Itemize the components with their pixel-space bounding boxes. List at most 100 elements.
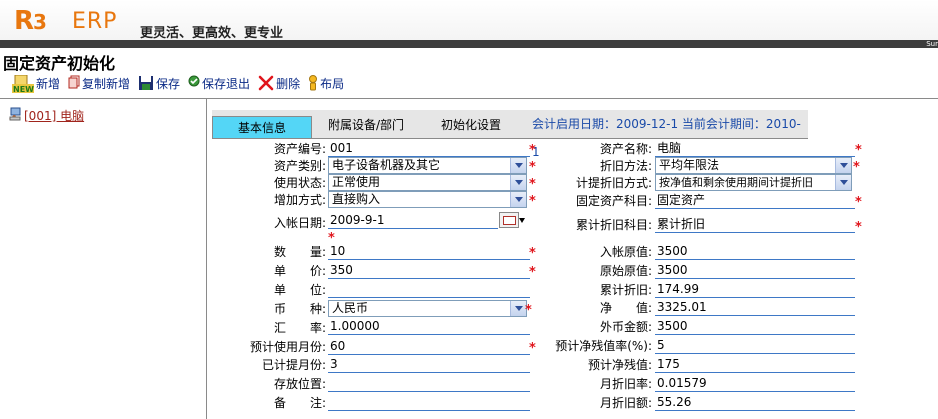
tab-init-settings[interactable]: 初始化设置 (430, 110, 512, 138)
header-bar-tag: Sur (926, 40, 938, 48)
salvage-value-field[interactable]: 175 (655, 356, 855, 373)
add-method-value: 直接购入 (332, 192, 381, 206)
location-label: 存放位置: (273, 377, 326, 391)
chevron-down-icon[interactable] (510, 301, 526, 316)
calendar-dropdown-icon[interactable] (519, 218, 525, 223)
required-mark: * (529, 160, 536, 175)
asset-category-select[interactable]: 电子设备机器及其它 (328, 157, 527, 174)
save-label: 保存 (156, 76, 181, 91)
exchange-rate-field[interactable]: 1.00000 (328, 318, 530, 335)
required-mark: * (529, 177, 536, 192)
used-months-field[interactable]: 3 (328, 356, 530, 373)
dep-calc-method-select[interactable]: 按净值和剩余使用期间计提折旧 (655, 174, 852, 191)
required-mark: * (853, 160, 860, 175)
copy-new-label: 复制新增 (82, 76, 131, 91)
quantity-field[interactable]: 10 (328, 243, 530, 260)
salvage-rate-field[interactable]: 5 (655, 337, 855, 354)
entry-date-label: 入帐日期: (273, 216, 326, 230)
chevron-down-icon[interactable] (835, 158, 851, 173)
remark-label: 备 注: (273, 396, 326, 410)
calendar-icon[interactable] (499, 212, 519, 228)
svg-text:NEW: NEW (13, 85, 34, 93)
acc-depreciation-label: 累计折旧: (599, 283, 652, 297)
unit-label: 单 位: (273, 283, 326, 297)
asset-name-field[interactable]: 电脑 (655, 140, 855, 157)
chevron-down-icon[interactable] (510, 192, 526, 207)
original-value-field[interactable]: 3500 (655, 243, 855, 260)
use-status-label: 使用状态: (273, 176, 326, 190)
page-title: 固定资产初始化 (3, 54, 116, 73)
asset-code-field[interactable]: 001 (328, 140, 530, 157)
net-value-label: 净 值: (599, 301, 652, 315)
asset-code-label: 资产编号: (273, 142, 326, 156)
net-value-field[interactable]: 3325.01 (655, 299, 855, 316)
salvage-value-label: 预计净残值: (587, 358, 652, 372)
fixed-asset-account-field[interactable]: 固定资产 (655, 192, 855, 209)
required-mark: * (855, 195, 862, 210)
add-method-select[interactable]: 直接购入 (328, 191, 527, 208)
est-months-label: 预计使用月份: (249, 340, 326, 354)
use-status-select[interactable]: 正常使用 (328, 174, 527, 191)
header-dark-bar (0, 40, 938, 48)
save-exit-button[interactable]: 保存退出 (188, 75, 250, 92)
est-months-field[interactable]: 60 (328, 338, 530, 355)
monthly-rate-field[interactable]: 0.01579 (655, 375, 855, 392)
layout-label: 布局 (320, 76, 345, 91)
logo-r: R (14, 6, 34, 36)
dep-method-select[interactable]: 平均年限法 (655, 157, 852, 174)
required-mark: * (855, 143, 862, 158)
currency-select[interactable]: 人民币 (328, 300, 527, 317)
copy-new-button[interactable]: 复制新增 (68, 75, 130, 92)
copy-icon (68, 75, 80, 91)
currency-value: 人民币 (332, 301, 369, 315)
save-button[interactable]: 保存 (138, 75, 180, 92)
logo: R3 (14, 6, 47, 36)
asset-tree: [001] 电脑 (0, 99, 207, 419)
computer-icon (8, 107, 22, 124)
base-original-value-label: 原始原值: (599, 264, 652, 278)
chevron-down-icon[interactable] (835, 175, 851, 190)
base-original-value-field[interactable]: 3500 (655, 262, 855, 279)
required-mark: * (529, 246, 536, 261)
acc-dep-account-field[interactable]: 累计折旧 (655, 216, 855, 233)
acc-dep-account-label: 累计折旧科目: (575, 218, 652, 232)
tab-equipment-dept[interactable]: 附属设备/部门 (318, 110, 414, 138)
logo-three: 3 (33, 10, 47, 34)
delete-label: 删除 (276, 76, 301, 91)
save-exit-label: 保存退出 (202, 76, 251, 91)
chevron-down-icon[interactable] (510, 175, 526, 190)
new-button[interactable]: NEW 新增 (12, 74, 61, 94)
entry-date-field[interactable]: 2009-9-1 (328, 212, 498, 229)
asset-category-label: 资产类别: (273, 159, 326, 173)
fixed-asset-account-label: 固定资产科目: (575, 194, 652, 208)
delete-button[interactable]: 删除 (258, 75, 300, 92)
location-field[interactable] (328, 375, 530, 392)
remark-field[interactable] (328, 394, 530, 411)
layout-button[interactable]: 布局 (308, 75, 344, 92)
slogan: 更灵活、更高效、更专业 (140, 26, 284, 41)
logo-erp-text: ERP (72, 9, 118, 34)
original-value-label: 入帐原值: (599, 245, 652, 259)
tree-node-asset[interactable]: [001] 电脑 (8, 107, 84, 124)
unit-price-field[interactable]: 350 (328, 262, 530, 279)
asset-category-value: 电子设备机器及其它 (332, 158, 441, 172)
foreign-amount-field[interactable]: 3500 (655, 318, 855, 335)
delete-icon (258, 75, 274, 91)
required-mark: * (529, 194, 536, 209)
acc-depreciation-field[interactable]: 174.99 (655, 281, 855, 298)
tab-bar: 基本信息 附属设备/部门 初始化设置 会计启用日期：2009-12-1 当前会计… (212, 110, 808, 159)
salvage-rate-label: 预计净残值率(%): (555, 339, 652, 353)
save-exit-icon (188, 75, 200, 91)
new-label: 新增 (36, 76, 61, 91)
monthly-amount-field[interactable]: 55.26 (655, 394, 855, 411)
dep-method-value: 平均年限法 (659, 158, 720, 172)
dep-method-label: 折旧方法: (599, 159, 652, 173)
unit-price-label: 单 价: (273, 264, 326, 278)
exchange-rate-label: 汇 率: (273, 321, 326, 335)
save-icon (138, 75, 154, 91)
required-mark: * (529, 265, 536, 280)
tab-basic-info[interactable]: 基本信息 (212, 116, 312, 139)
chevron-down-icon[interactable] (510, 158, 526, 173)
unit-field[interactable] (328, 281, 530, 298)
dep-calc-method-value: 按净值和剩余使用期间计提折旧 (659, 176, 813, 189)
